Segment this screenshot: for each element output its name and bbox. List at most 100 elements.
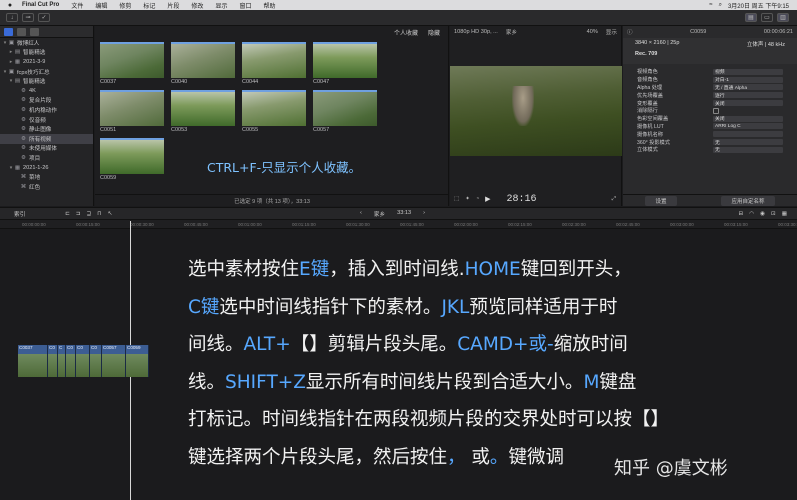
menu-item[interactable]: 标记 <box>143 1 155 10</box>
clip-thumbnail[interactable]: C0053 <box>171 90 235 135</box>
apply-custom-name-button[interactable]: 应用自定名称 <box>721 195 775 206</box>
filter-dropdown[interactable]: 个人收藏 <box>394 28 418 37</box>
library-item[interactable]: ▾ ▦ 2021-1-26 <box>0 163 93 173</box>
select-tool-icon[interactable]: ↖ <box>108 211 113 217</box>
clip-thumbnail[interactable]: C0059 <box>100 138 164 183</box>
property-dropdown[interactable]: 逐行 <box>713 92 783 99</box>
library-item[interactable]: ▾ ▣ fcpx技巧汇总 <box>0 67 93 77</box>
library-item-label: 未使用媒体 <box>29 146 57 153</box>
clip-thumbnail[interactable]: C0057 <box>313 90 377 135</box>
insert-icon[interactable]: ⊐ <box>76 211 81 217</box>
property-dropdown[interactable]: 关闭 <box>713 115 783 122</box>
menu-item[interactable]: 编辑 <box>95 1 107 10</box>
zoom-dropdown[interactable]: 40% <box>587 29 598 35</box>
timeline-clip[interactable]: C0037 <box>18 345 48 377</box>
property-dropdown[interactable] <box>713 131 783 138</box>
library-item[interactable]: ▸ ▦ 2021-3-9 <box>0 57 93 67</box>
timeline-clip[interactable]: C <box>58 345 66 377</box>
timeline-clip[interactable]: C0 <box>76 345 90 377</box>
info-tab-icon[interactable]: ⓘ <box>627 28 633 36</box>
play-icon[interactable]: ▶ <box>485 195 490 203</box>
library-item[interactable]: ⌘ 红色 <box>0 182 93 192</box>
property-dropdown[interactable]: 对白-1 <box>713 76 783 83</box>
settings-button[interactable]: 设置 <box>645 195 677 206</box>
snapping-icon[interactable]: ⊡ <box>771 211 776 217</box>
library-item[interactable]: ▾ ▤ 智能精选 <box>0 76 93 86</box>
timeline-ruler[interactable]: 00:00:00:00 00:00:15:00 00:00:30:00 00:00:4… <box>0 220 797 229</box>
property-dropdown[interactable]: ARRI Log C <box>713 123 783 130</box>
clip-thumbnail[interactable]: C0040 <box>171 42 235 87</box>
timeline-clip[interactable]: C0057 <box>102 345 126 377</box>
library-item[interactable]: ▾ ▣ 微博红人 <box>0 38 93 48</box>
titles-icon[interactable] <box>30 27 39 36</box>
clip-thumbnail[interactable]: C0055 <box>242 90 306 135</box>
clip-thumbnail[interactable]: C0047 <box>313 42 377 87</box>
apple-icon[interactable]: ● <box>6 2 14 9</box>
library-item[interactable]: ⚙ 仅音频 <box>0 115 93 125</box>
timeline-clip[interactable]: C0059 <box>126 345 149 377</box>
library-item[interactable]: ⚙ 静止图像 <box>0 124 93 134</box>
transform-icon[interactable]: ⬚ <box>454 196 459 202</box>
menu-item[interactable]: 帮助 <box>263 1 275 10</box>
timeline-clip[interactable]: C0 <box>48 345 58 377</box>
clip-thumbnail[interactable]: C0051 <box>100 90 164 135</box>
audio-skimming-icon[interactable]: ◠ <box>749 211 754 217</box>
menu-item[interactable]: 片段 <box>167 1 179 10</box>
back-icon[interactable]: ‹ <box>360 210 362 218</box>
clip-image <box>242 90 306 126</box>
overwrite-icon[interactable]: ⊓ <box>97 211 101 217</box>
menu-item[interactable]: 修改 <box>191 1 203 10</box>
keywords-icon[interactable]: ⊸ <box>22 13 34 22</box>
menu-item[interactable]: 文件 <box>71 1 83 10</box>
layout-timeline-icon[interactable]: ▭ <box>761 13 773 22</box>
library-item[interactable]: ⚙ 未使用媒体 <box>0 144 93 154</box>
timeline-toolbar: 索引 ⊏ ⊐ ⊒ ⊓ ↖ ‹ 家乡 33:13 › ⊟ ◠ ◉ ⊡ ▦ <box>0 207 797 220</box>
subtitle-highlight: ， <box>447 446 466 468</box>
enhance-icon[interactable]: ✦ <box>465 196 470 202</box>
library-item[interactable]: ▸ ▤ 智能精选 <box>0 48 93 58</box>
display-dropdown[interactable]: 显示 <box>606 28 621 36</box>
search-icon[interactable]: ⌕ <box>719 2 722 9</box>
fullscreen-icon[interactable]: ⤢ <box>612 196 622 203</box>
background-tasks-icon[interactable]: ✓ <box>38 13 50 22</box>
wifi-icon[interactable]: ≈ <box>709 2 712 8</box>
menu-item[interactable]: 显示 <box>215 1 227 10</box>
index-button[interactable]: 索引 <box>14 210 25 218</box>
timeline-clip[interactable]: C0 <box>66 345 76 377</box>
menu-app[interactable]: Final Cut Pro <box>22 2 59 8</box>
menu-item[interactable]: 修剪 <box>119 1 131 10</box>
property-dropdown[interactable]: 视频 <box>713 68 783 75</box>
property-checkbox[interactable] <box>713 107 719 114</box>
solo-icon[interactable]: ◉ <box>760 211 765 217</box>
library-item[interactable]: ⚙ 所有视频 <box>0 133 93 144</box>
library-item[interactable]: ⚙ 机内稳动作 <box>0 105 93 115</box>
layout-browser-icon[interactable]: ▤ <box>745 13 757 22</box>
library-item[interactable]: ⌘ 菜地 <box>0 172 93 182</box>
append-icon[interactable]: ⊒ <box>87 211 92 217</box>
skimming-icon[interactable]: ⊟ <box>739 211 744 217</box>
clip-thumbnail[interactable]: C0044 <box>242 42 306 87</box>
forward-icon[interactable]: › <box>423 210 425 218</box>
clip-appearance-icon[interactable]: ▦ <box>782 211 787 217</box>
library-item[interactable]: ⚙ 复合片段 <box>0 96 93 106</box>
libraries-icon[interactable] <box>4 27 13 36</box>
property-dropdown[interactable]: 无 <box>713 146 783 153</box>
clock[interactable]: 3月20日 周五 下午9:15 <box>728 1 789 10</box>
library-item[interactable]: ⚙ 项目 <box>0 153 93 163</box>
import-icon[interactable]: ↓ <box>6 13 18 22</box>
timeline-clip-name: C <box>59 345 63 350</box>
connect-icon[interactable]: ⊏ <box>65 211 70 217</box>
photos-icon[interactable] <box>17 27 26 36</box>
subtitle-text: 键回到开头， <box>520 259 632 280</box>
view-toggle[interactable]: 隐藏 <box>428 28 440 37</box>
viewer-frame[interactable] <box>450 66 622 156</box>
library-item[interactable]: ⚙ 4K <box>0 86 93 96</box>
timeline-clip[interactable]: C0 <box>90 345 102 377</box>
clip-thumbnail[interactable]: C0037 <box>100 42 164 87</box>
speed-icon[interactable]: ◔ <box>476 196 479 202</box>
property-dropdown[interactable]: 无 <box>713 139 783 146</box>
menu-item[interactable]: 窗口 <box>239 1 251 10</box>
property-dropdown[interactable]: 关闭 <box>713 100 783 107</box>
property-dropdown[interactable]: 无 / 直通 Alpha <box>713 84 783 91</box>
layout-inspector-icon[interactable]: ▥ <box>777 13 789 22</box>
